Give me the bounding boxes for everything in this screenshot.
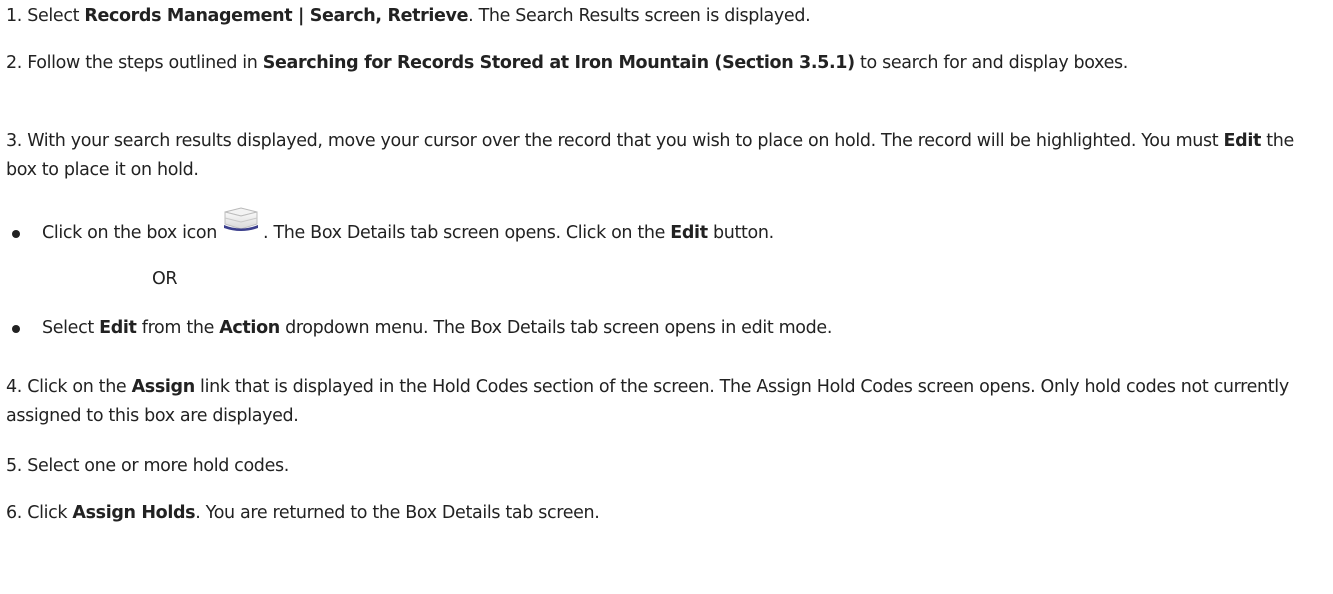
- bullet-2-text-mid: from the: [136, 318, 220, 338]
- bullet-1-text: Click on the box icon: [42, 223, 218, 243]
- step-6-assign-holds-term: Assign Holds: [72, 503, 196, 523]
- bullet-2-edit-term: Edit: [99, 318, 137, 338]
- step-1-menu-path: Records Management | Search, Retrieve: [84, 6, 469, 26]
- bullet-dot: [12, 229, 20, 238]
- step-2-section-reference: Searching for Records Stored at Iron Mou…: [262, 53, 855, 73]
- step-6-text: 6. Click: [6, 503, 73, 523]
- step-3-edit-term: Edit: [1223, 131, 1262, 151]
- step-3-text: 3. With your search results displayed, m…: [6, 131, 1224, 151]
- step-5-text: 5. Select one or more hold codes.: [6, 456, 289, 476]
- step-6: 6. Click Assign Holds. You are returned …: [6, 499, 1324, 528]
- bullet-2-content: Select Edit from the Action dropdown men…: [42, 314, 832, 343]
- step-1-text: 1. Select: [6, 6, 85, 26]
- bullet-click-box-icon: Click on the box icon . The Box Details …: [12, 207, 1312, 248]
- bullet-select-edit-action: Select Edit from the Action dropdown men…: [12, 314, 1312, 343]
- step-2: 2. Follow the steps outlined in Searchin…: [6, 49, 1324, 78]
- step-6-text-end: . You are returned to the Box Details ta…: [195, 503, 600, 523]
- or-separator: OR: [152, 269, 178, 289]
- step-4: 4. Click on the Assign link that is disp…: [6, 373, 1324, 431]
- bullet-2-text: Select: [42, 318, 100, 338]
- bullet-1-text-mid: . The Box Details tab screen opens. Clic…: [263, 223, 671, 243]
- box-icon: [223, 207, 259, 243]
- step-1: 1. Select Records Management | Search, R…: [6, 2, 1324, 31]
- step-3: 3. With your search results displayed, m…: [6, 127, 1324, 185]
- step-2-text-end: to search for and display boxes.: [854, 53, 1128, 73]
- step-1-text-end: . The Search Results screen is displayed…: [468, 6, 811, 26]
- step-4-assign-term: Assign: [131, 377, 196, 397]
- bullet-dot: [12, 324, 20, 333]
- step-4-text: 4. Click on the: [6, 377, 132, 397]
- step-2-text: 2. Follow the steps outlined in: [6, 53, 263, 73]
- step-4-text-end: link that is displayed in the Hold Codes…: [6, 377, 1289, 426]
- bullet-1-edit-term: Edit: [670, 223, 708, 243]
- bullet-1-text-end: button.: [707, 223, 774, 243]
- step-5: 5. Select one or more hold codes.: [6, 452, 1324, 481]
- bullet-1-content: Click on the box icon . The Box Details …: [42, 207, 774, 248]
- bullet-2-text-end: dropdown menu. The Box Details tab scree…: [279, 318, 833, 338]
- instructions-document: 1. Select Records Management | Search, R…: [0, 0, 1333, 594]
- bullet-2-action-term: Action: [219, 318, 280, 338]
